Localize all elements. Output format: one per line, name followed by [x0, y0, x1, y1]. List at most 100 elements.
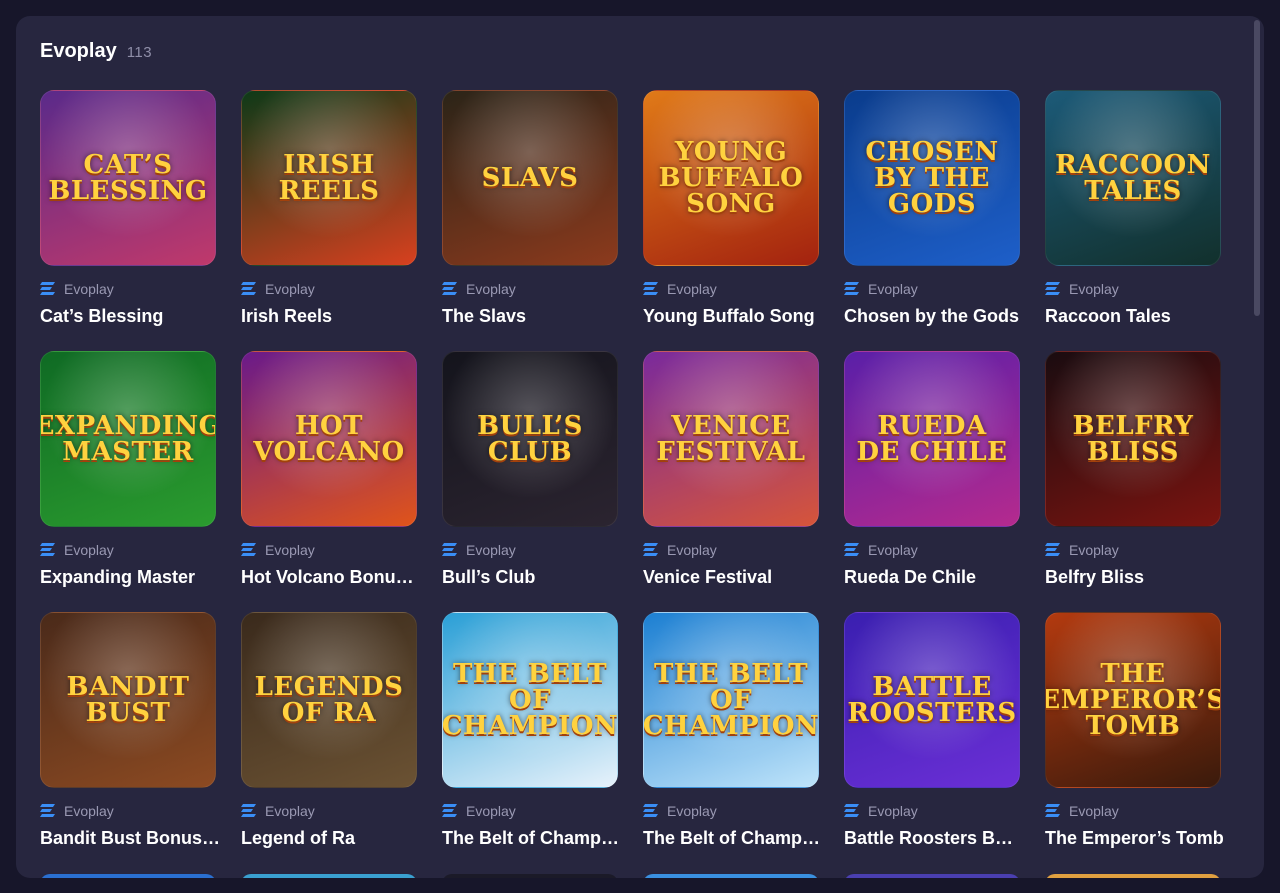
game-card[interactable]: The Belt of Champion Evoplay The Belt of… — [643, 612, 823, 848]
game-logo-art: Slavs — [481, 163, 579, 193]
game-thumbnail[interactable]: Bandit Bust — [40, 612, 216, 788]
game-logo-art: Battle Roosters — [847, 672, 1017, 728]
game-card[interactable]: The Emperor’s Tomb Evoplay The Emperor’s… — [1045, 612, 1224, 848]
section-header: Evoplay 113 — [40, 40, 152, 63]
game-logo-art: The Emperor’s Tomb — [1045, 659, 1221, 741]
game-meta: Evoplay Rueda De Chile — [844, 541, 1034, 588]
game-title[interactable]: Young Buffalo Song — [643, 306, 823, 327]
next-row-thumb[interactable] — [241, 874, 417, 878]
game-thumbnail[interactable]: Bull’s Club — [442, 351, 618, 527]
game-thumbnail[interactable]: Belfry Bliss — [1045, 351, 1221, 527]
game-logo-art: Bull’s Club — [477, 411, 583, 467]
provider-row: Evoplay — [1045, 541, 1235, 559]
provider-row: Evoplay — [40, 802, 230, 820]
provider-name: Evoplay — [868, 803, 918, 819]
game-thumbnail[interactable]: Slavs — [442, 90, 618, 266]
next-row-thumb[interactable] — [1045, 874, 1221, 878]
game-card[interactable]: The Belt of Champion Evoplay The Belt of… — [442, 612, 622, 848]
game-title[interactable]: Battle Roosters Bonus Buy — [844, 828, 1024, 849]
game-card[interactable]: Venice Festival Evoplay Venice Festival — [643, 351, 819, 587]
game-card[interactable]: Young Buffalo Song Evoplay Young Buffalo… — [643, 90, 819, 326]
game-thumbnail[interactable]: Young Buffalo Song — [643, 90, 819, 266]
game-card[interactable]: Hot Volcano Evoplay Hot Volcano Bonus Bu… — [241, 351, 421, 587]
evoplay-logo-icon — [844, 804, 859, 817]
game-thumbnail[interactable]: Hot Volcano — [241, 351, 417, 527]
game-title[interactable]: The Belt of Champion Bonus Buy — [442, 828, 622, 849]
scrollbar-thumb[interactable] — [1254, 20, 1260, 316]
game-title[interactable]: Venice Festival — [643, 567, 823, 588]
game-title[interactable]: The Belt of Champion — [643, 828, 823, 849]
game-title[interactable]: Bandit Bust Bonus Buy — [40, 828, 220, 849]
game-title[interactable]: Hot Volcano Bonus Buy — [241, 567, 421, 588]
game-logo-art: Cat’s Blessing — [48, 150, 208, 206]
game-thumbnail[interactable]: The Belt of Champion — [643, 612, 819, 788]
game-meta: Evoplay Chosen by the Gods — [844, 280, 1034, 327]
game-card[interactable]: Bandit Bust Evoplay Bandit Bust Bonus Bu… — [40, 612, 220, 848]
game-card[interactable]: Bull’s Club Evoplay Bull’s Club — [442, 351, 618, 587]
game-logo-art: Young Buffalo Song — [658, 137, 804, 219]
game-meta: Evoplay Bandit Bust Bonus Buy — [40, 802, 230, 849]
game-thumbnail[interactable]: Irish Reels — [241, 90, 417, 266]
game-title[interactable]: Bull’s Club — [442, 567, 622, 588]
game-thumbnail[interactable]: The Emperor’s Tomb — [1045, 612, 1221, 788]
next-row-thumb[interactable] — [442, 874, 618, 878]
game-card[interactable]: Legends of Ra Evoplay Legend of Ra — [241, 612, 417, 848]
game-thumbnail[interactable]: Raccoon Tales — [1045, 90, 1221, 266]
next-row-thumb[interactable] — [40, 874, 216, 878]
game-meta: Evoplay The Slavs — [442, 280, 632, 327]
game-card[interactable]: Battle Roosters Evoplay Battle Roosters … — [844, 612, 1024, 848]
next-row-thumb[interactable] — [643, 874, 819, 878]
evoplay-logo-icon — [241, 804, 256, 817]
provider-row: Evoplay — [241, 541, 431, 559]
provider-name: Evoplay — [667, 281, 717, 297]
game-logo-art: Bandit Bust — [66, 672, 190, 728]
game-card[interactable]: Cat’s Blessing Evoplay Cat’s Blessing — [40, 90, 216, 326]
game-title[interactable]: Chosen by the Gods — [844, 306, 1024, 327]
game-meta: Evoplay Bull’s Club — [442, 541, 632, 588]
game-thumbnail[interactable]: Legends of Ra — [241, 612, 417, 788]
game-thumbnail[interactable]: Battle Roosters — [844, 612, 1020, 788]
game-meta: Evoplay Cat’s Blessing — [40, 280, 230, 327]
provider-name: Evoplay — [466, 803, 516, 819]
game-title[interactable]: Belfry Bliss — [1045, 567, 1225, 588]
game-title[interactable]: The Slavs — [442, 306, 622, 327]
game-card[interactable]: Slavs Evoplay The Slavs — [442, 90, 618, 326]
game-logo-art: The Belt of Champion — [643, 659, 819, 741]
game-title[interactable]: Cat’s Blessing — [40, 306, 220, 327]
section-title[interactable]: Evoplay — [40, 40, 117, 63]
game-title[interactable]: Raccoon Tales — [1045, 306, 1225, 327]
games-section-panel: Evoplay 113 Cat’s Blessing Evoplay Cat’s… — [16, 16, 1264, 878]
game-thumbnail[interactable]: The Belt of Champion — [442, 612, 618, 788]
game-thumbnail[interactable]: Cat’s Blessing — [40, 90, 216, 266]
game-card[interactable]: Expanding Master Evoplay Expanding Maste… — [40, 351, 216, 587]
game-thumbnail[interactable]: Venice Festival — [643, 351, 819, 527]
game-thumbnail[interactable]: Chosen by the Gods — [844, 90, 1020, 266]
evoplay-logo-icon — [1045, 543, 1060, 556]
game-title[interactable]: Expanding Master — [40, 567, 220, 588]
provider-name: Evoplay — [868, 542, 918, 558]
next-row-thumb[interactable] — [844, 874, 1020, 878]
evoplay-logo-icon — [40, 282, 55, 295]
game-meta: Evoplay The Belt of Champion Bonus Buy — [442, 802, 632, 849]
game-logo-art: Rueda de Chile — [856, 411, 1008, 467]
game-card[interactable]: Raccoon Tales Evoplay Raccoon Tales — [1045, 90, 1221, 326]
game-meta: Evoplay Legend of Ra — [241, 802, 431, 849]
game-card[interactable]: Chosen by the Gods Evoplay Chosen by the… — [844, 90, 1020, 326]
game-title[interactable]: Rueda De Chile — [844, 567, 1024, 588]
next-row-peek — [40, 874, 1221, 878]
provider-name: Evoplay — [1069, 281, 1119, 297]
game-title[interactable]: The Emperor’s Tomb — [1045, 828, 1225, 849]
game-card[interactable]: Irish Reels Evoplay Irish Reels — [241, 90, 417, 326]
provider-row: Evoplay — [1045, 802, 1235, 820]
provider-row: Evoplay — [40, 541, 230, 559]
evoplay-logo-icon — [241, 282, 256, 295]
provider-row: Evoplay — [442, 280, 632, 298]
game-title[interactable]: Irish Reels — [241, 306, 421, 327]
game-card[interactable]: Belfry Bliss Evoplay Belfry Bliss — [1045, 351, 1221, 587]
game-card[interactable]: Rueda de Chile Evoplay Rueda De Chile — [844, 351, 1020, 587]
game-title[interactable]: Legend of Ra — [241, 828, 421, 849]
game-thumbnail[interactable]: Expanding Master — [40, 351, 216, 527]
game-thumbnail[interactable]: Rueda de Chile — [844, 351, 1020, 527]
game-meta: Evoplay Young Buffalo Song — [643, 280, 833, 327]
evoplay-logo-icon — [844, 543, 859, 556]
